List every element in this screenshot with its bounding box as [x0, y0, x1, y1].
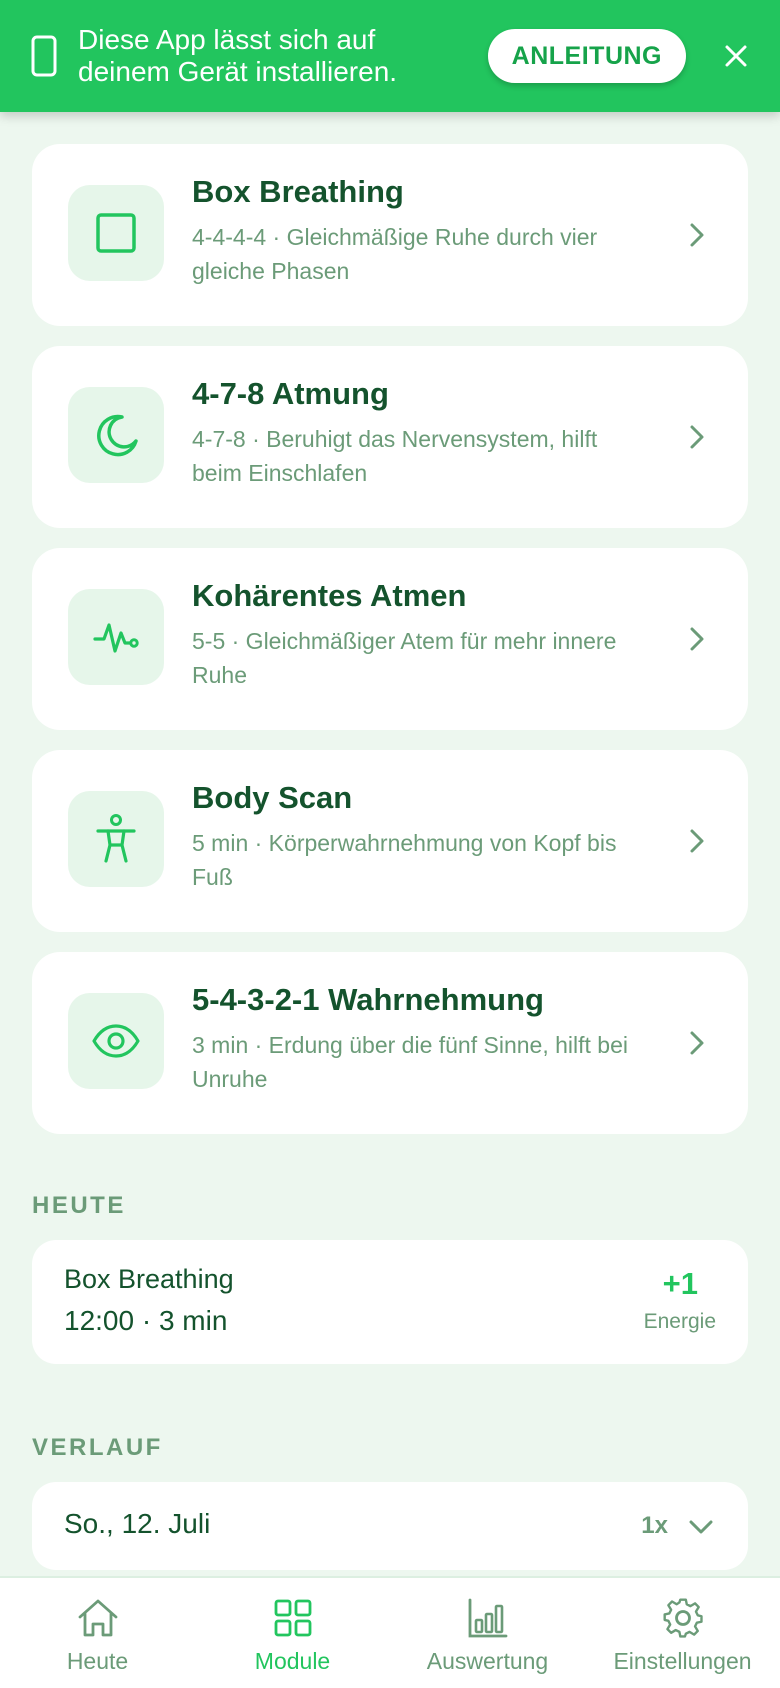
session-time: 12:00 · 3 min	[64, 1305, 228, 1336]
module-title: Box Breathing	[192, 174, 404, 209]
module-icon-tile	[68, 993, 164, 1089]
moon-icon	[97, 414, 138, 457]
chevron-right-icon	[690, 223, 704, 247]
bottom-nav: Heute Module Auswertung Einstellungen	[0, 1576, 780, 1688]
module-card-coherent-breathing[interactable]: Kohärentes Atmen 5-5 · Gleichmäßiger Ate…	[32, 548, 748, 730]
chevron-right-icon	[690, 1031, 704, 1055]
module-title: Kohärentes Atmen	[192, 578, 467, 613]
nav-label: Auswertung	[426, 1648, 549, 1674]
guide-button[interactable]: ANLEITUNG	[487, 29, 686, 83]
energy-points: +1	[662, 1266, 698, 1301]
install-message: Diese App lässt sich auf deinem Gerät in…	[78, 24, 488, 88]
module-icon-tile	[68, 589, 164, 685]
bar-chart-icon	[468, 1598, 507, 1638]
grid-icon	[274, 1599, 311, 1637]
module-icon-tile	[68, 791, 164, 887]
module-card-478-breathing[interactable]: 4-7-8 Atmung 4-7-8 · Beruhigt das Nerven…	[32, 346, 748, 528]
chevron-down-icon[interactable]	[686, 1512, 716, 1542]
chevron-right-icon	[690, 425, 704, 449]
square-icon	[96, 213, 136, 253]
module-icon-tile	[68, 387, 164, 483]
chevron-right-icon	[690, 829, 704, 853]
nav-item-einstellungen[interactable]: Einstellungen	[585, 1578, 780, 1688]
chevron-right-icon	[690, 627, 704, 651]
home-icon	[78, 1599, 117, 1637]
module-title: Body Scan	[192, 780, 353, 815]
install-message-line: deinem Gerät installieren.	[78, 56, 398, 87]
nav-label: Heute	[66, 1648, 129, 1674]
module-card-54321-perception[interactable]: 5-4-3-2-1 Wahrnehmung 3 min · Erdung übe…	[32, 952, 748, 1134]
gear-icon	[662, 1598, 703, 1638]
module-description: 5 min · Körperwahrnehmung von Kopf bis F…	[192, 830, 617, 890]
person-icon	[96, 814, 136, 863]
module-description: 5-5 · Gleichmäßiger Atem für mehr innere…	[192, 628, 617, 688]
history-count: 1x	[641, 1512, 668, 1539]
nav-item-auswertung[interactable]: Auswertung	[390, 1578, 585, 1688]
energy-label: Energie	[643, 1310, 716, 1333]
install-banner: Diese App lässt sich auf deinem Gerät in…	[0, 0, 780, 112]
nav-item-heute[interactable]: Heute	[0, 1578, 195, 1688]
eye-icon	[92, 1024, 140, 1058]
heartbeat-icon	[93, 623, 139, 653]
module-description: 4-4-4-4 · Gleichmäßige Ruhe durch vier g…	[192, 224, 598, 284]
nav-label: Module	[254, 1648, 331, 1674]
nav-item-module[interactable]: Module	[195, 1578, 390, 1688]
session-name: Box Breathing	[64, 1264, 234, 1294]
phone-icon	[31, 35, 57, 77]
module-title: 4-7-8 Atmung	[192, 376, 389, 411]
module-description: 3 min · Erdung über die fünf Sinne, hilf…	[192, 1032, 628, 1092]
module-description: 4-7-8 · Beruhigt das Nervensystem, hilft…	[192, 426, 598, 486]
today-session-card[interactable]: Box Breathing 12:00 · 3 min +1 Energie	[32, 1240, 748, 1364]
module-card-box-breathing[interactable]: Box Breathing 4-4-4-4 · Gleichmäßige Ruh…	[32, 144, 748, 326]
history-date: So., 12. Juli	[64, 1508, 211, 1539]
today-section-label: HEUTE	[32, 1192, 126, 1219]
nav-label: Einstellungen	[613, 1648, 752, 1674]
module-icon-tile	[68, 185, 164, 281]
history-section-label: VERLAUF	[32, 1434, 163, 1461]
install-message-line: Diese App lässt sich auf	[78, 24, 376, 55]
close-icon[interactable]	[722, 42, 750, 70]
history-day-row[interactable]: So., 12. Juli 1x	[32, 1482, 748, 1570]
module-title: 5-4-3-2-1 Wahrnehmung	[192, 982, 544, 1017]
module-card-body-scan[interactable]: Body Scan 5 min · Körperwahrnehmung von …	[32, 750, 748, 932]
